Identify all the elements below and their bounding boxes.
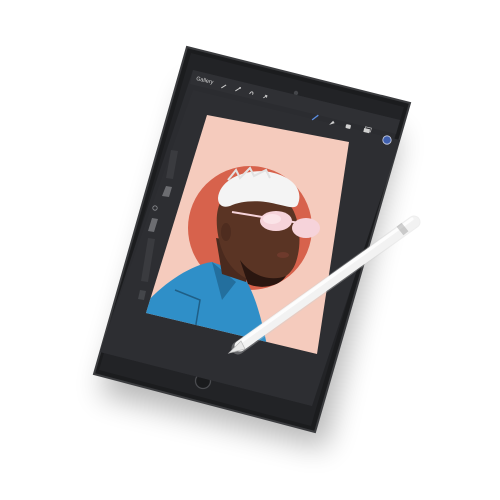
- active-color-swatch[interactable]: [382, 135, 392, 145]
- ear: [221, 223, 231, 241]
- scene: Gallery: [0, 0, 500, 500]
- tablet-illustration: Gallery: [92, 45, 421, 449]
